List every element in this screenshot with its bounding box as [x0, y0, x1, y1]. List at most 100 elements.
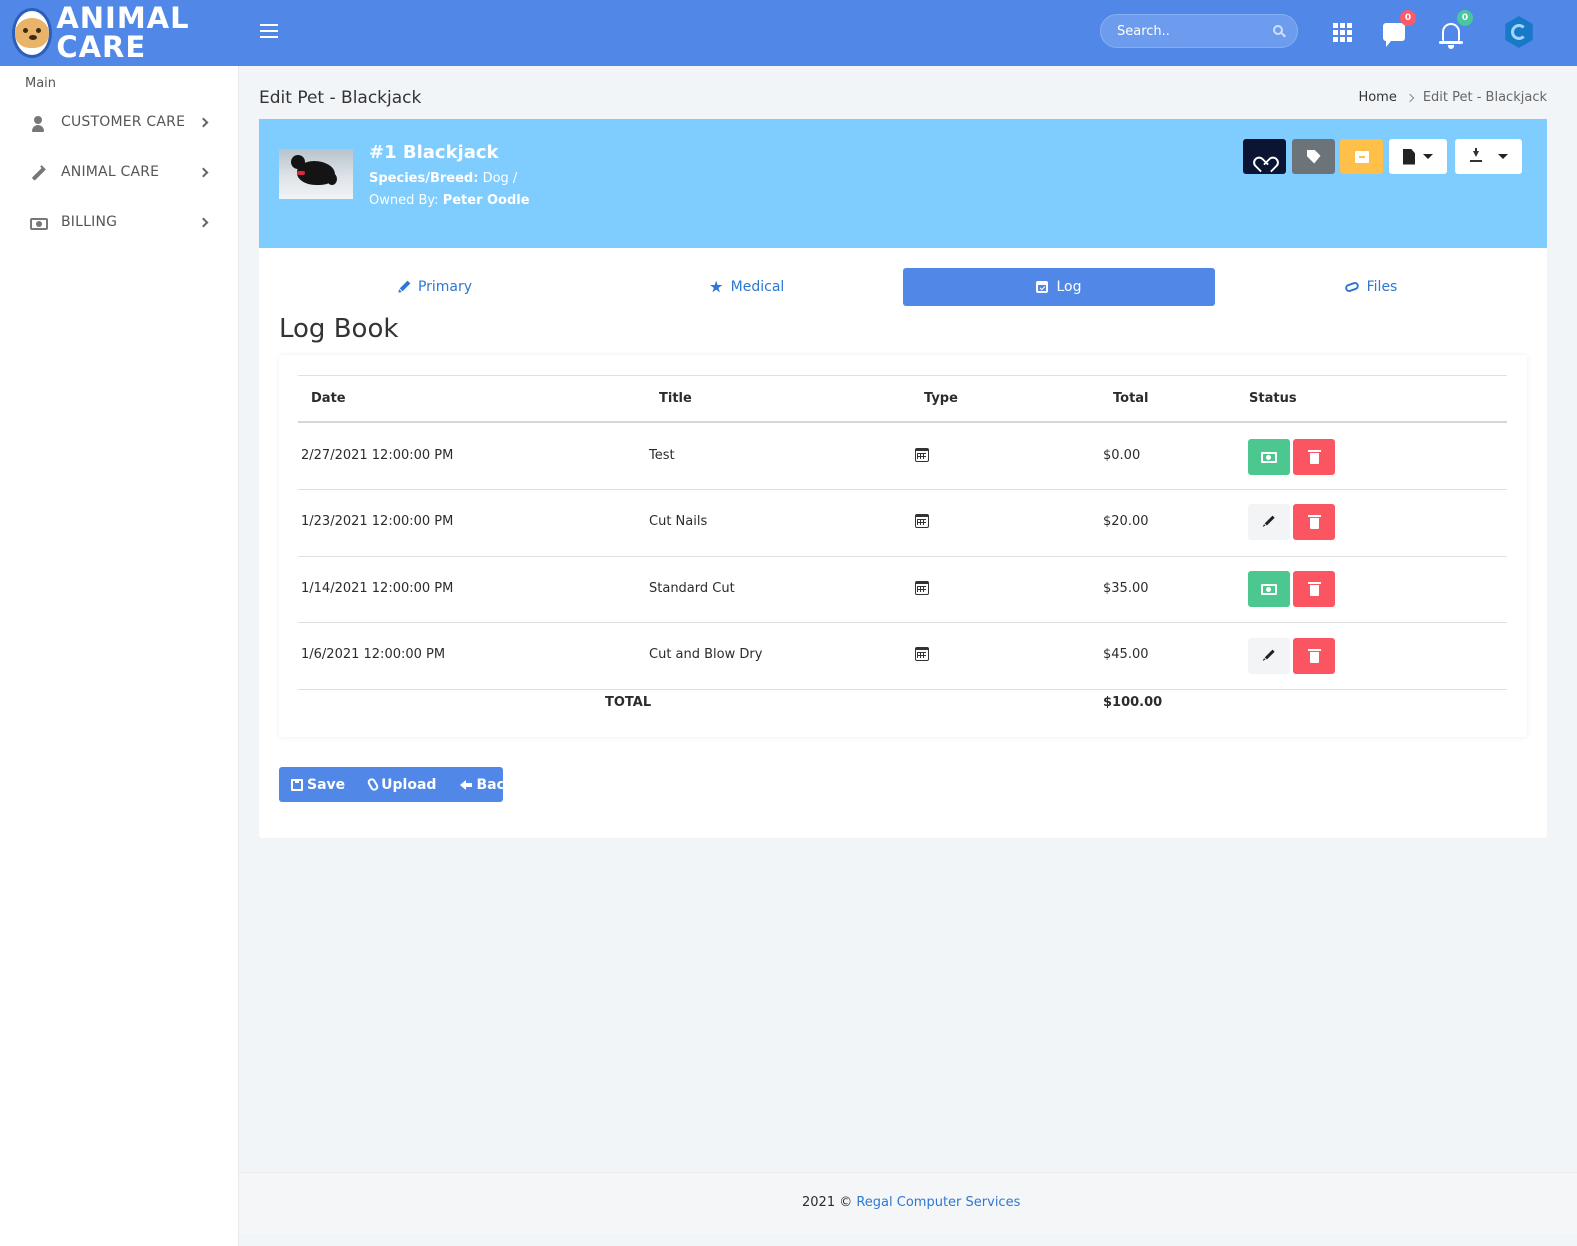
row-title: Cut Nails	[649, 514, 708, 529]
calendar-icon	[915, 647, 929, 661]
sidebar-item-animal-care[interactable]: ANIMAL CARE	[0, 154, 239, 194]
notifications-badge: 0	[1457, 10, 1473, 26]
breadcrumb-home-link[interactable]: Home	[1358, 90, 1396, 105]
sidebar-item-label: BILLING	[61, 214, 118, 230]
row-date: 1/6/2021 12:00:00 PM	[301, 647, 446, 662]
footer-text: 2021 © Regal Computer Services	[802, 1195, 1020, 1210]
calendar-icon	[915, 581, 929, 595]
save-button[interactable]: Save	[291, 767, 345, 802]
bell-icon	[1439, 23, 1463, 49]
delete-button[interactable]	[1293, 571, 1335, 607]
search-icon[interactable]	[1273, 25, 1283, 35]
top-bar: ANIMAL CARE 0 0	[0, 0, 1577, 66]
tab-files[interactable]: Files	[1215, 268, 1527, 306]
syringe-icon	[30, 166, 46, 182]
notifications-button[interactable]: 0	[1433, 10, 1473, 50]
column-header-type[interactable]: Type	[924, 391, 958, 406]
mark-paid-button[interactable]	[1248, 439, 1290, 475]
log-book-title: Log Book	[279, 314, 399, 344]
row-total: $45.00	[1103, 647, 1149, 662]
messages-button[interactable]: 0	[1376, 10, 1416, 50]
heart-icon	[1258, 150, 1272, 163]
column-header-title[interactable]: Title	[659, 391, 692, 406]
back-button[interactable]: Back	[460, 767, 514, 802]
calendar-icon	[915, 448, 929, 462]
user-avatar[interactable]	[1502, 14, 1536, 50]
save-label: Save	[307, 776, 346, 793]
archive-icon	[1354, 150, 1369, 163]
sidebar-item-billing[interactable]: BILLING	[0, 204, 239, 244]
pet-name: #1 Blackjack	[369, 142, 499, 163]
trash-icon	[1307, 514, 1321, 529]
row-total: $35.00	[1103, 581, 1149, 596]
dog-logo-icon	[12, 8, 53, 58]
mark-paid-button[interactable]	[1248, 571, 1290, 607]
column-header-status[interactable]: Status	[1249, 391, 1297, 406]
pet-species: Species/Breed: Dog /	[369, 171, 517, 186]
tab-label: Files	[1366, 279, 1398, 295]
star-icon	[709, 280, 723, 293]
tab-medical[interactable]: Medical	[591, 268, 903, 306]
tag-button[interactable]	[1292, 139, 1335, 174]
trash-icon	[1307, 648, 1321, 663]
species-value: Dog /	[482, 171, 518, 186]
sidebar-item-customer-care[interactable]: CUSTOMER CARE	[0, 104, 239, 144]
company-link[interactable]: Regal Computer Services	[856, 1195, 1020, 1210]
favorite-button[interactable]	[1243, 139, 1286, 174]
chevron-right-icon	[1405, 93, 1415, 102]
tab-label: Log	[1056, 279, 1082, 295]
row-title: Standard Cut	[649, 581, 735, 596]
pet-owner: Owned By: Peter Oodle	[369, 193, 530, 208]
pencil-icon	[395, 279, 412, 296]
row-date: 1/23/2021 12:00:00 PM	[301, 514, 454, 529]
document-dropdown-button[interactable]	[1389, 139, 1447, 174]
tab-primary[interactable]: Primary	[279, 268, 591, 306]
search-input[interactable]	[1101, 15, 1261, 47]
messages-badge: 0	[1400, 10, 1416, 26]
total-value: $100.00	[1103, 695, 1163, 710]
sidebar-item-label: ANIMAL CARE	[61, 164, 160, 180]
save-icon	[291, 778, 303, 791]
calendar-check-icon	[1036, 281, 1049, 293]
tag-icon	[1306, 149, 1321, 164]
chat-icon	[1383, 23, 1405, 47]
edit-button[interactable]	[1248, 638, 1290, 674]
pet-header: #1 Blackjack Species/Breed: Dog / Owned …	[259, 119, 1547, 248]
brand[interactable]: ANIMAL CARE	[0, 0, 239, 66]
sidebar-item-label: CUSTOMER CARE	[61, 114, 186, 130]
chevron-right-icon	[198, 117, 209, 128]
edit-button[interactable]	[1248, 504, 1290, 540]
delete-button[interactable]	[1293, 638, 1335, 674]
column-header-date[interactable]: Date	[311, 391, 346, 406]
delete-button[interactable]	[1293, 439, 1335, 475]
form-actions: Save Upload Back	[279, 767, 514, 802]
archive-button[interactable]	[1340, 139, 1383, 174]
row-total: $20.00	[1103, 514, 1149, 529]
pencil-icon	[1261, 648, 1278, 665]
row-date: 1/14/2021 12:00:00 PM	[301, 581, 454, 596]
upload-label: Upload	[381, 776, 437, 793]
back-label: Back	[476, 776, 515, 793]
log-table: Date Title Type Total Status 2/27/2021 1…	[279, 355, 1527, 737]
brand-name: ANIMAL CARE	[56, 1, 190, 64]
column-header-total[interactable]: Total	[1113, 391, 1149, 406]
trash-icon	[1307, 449, 1321, 464]
file-icon	[1403, 148, 1415, 165]
owner-value[interactable]: Peter Oodle	[443, 193, 530, 208]
chevron-right-icon	[198, 217, 209, 228]
upload-button[interactable]: Upload	[366, 767, 437, 802]
total-label: TOTAL	[605, 695, 652, 710]
apps-grid-icon[interactable]	[1324, 14, 1360, 50]
delete-button[interactable]	[1293, 504, 1335, 540]
tab-label: Medical	[730, 279, 785, 295]
caret-down-icon	[1497, 154, 1508, 159]
download-icon	[1469, 147, 1482, 164]
footer: 2021 © Regal Computer Services	[239, 1172, 1577, 1234]
tab-label: Primary	[417, 279, 473, 295]
hamburger-menu-icon[interactable]	[256, 18, 282, 44]
tab-log[interactable]: Log	[903, 268, 1215, 306]
arrow-left-icon	[460, 779, 473, 791]
paperclip-icon	[1343, 280, 1360, 294]
download-dropdown-button[interactable]	[1455, 139, 1522, 174]
copyright-text: 2021 ©	[802, 1195, 853, 1210]
